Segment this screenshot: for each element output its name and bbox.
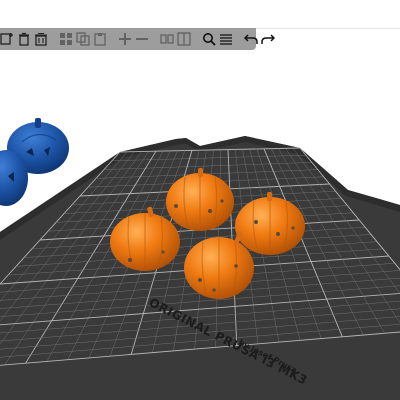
- split-parts-icon[interactable]: [177, 30, 191, 48]
- split-objects-icon[interactable]: [160, 30, 174, 48]
- remove-instance-icon[interactable]: [135, 30, 149, 48]
- plater-toolbar: [0, 28, 275, 50]
- delete-all-icon[interactable]: [34, 30, 48, 48]
- layers-editing-icon[interactable]: [219, 30, 233, 48]
- redo-icon[interactable]: [261, 30, 275, 48]
- search-icon[interactable]: [202, 30, 216, 48]
- arrange-icon[interactable]: [59, 30, 73, 48]
- delete-icon[interactable]: [17, 30, 31, 48]
- add-icon[interactable]: [0, 30, 14, 48]
- window-titlebar: [0, 0, 400, 29]
- undo-icon[interactable]: [244, 30, 258, 48]
- 3d-viewport[interactable]: ORIGINAL PRUSA i3 MK3 by Josef Prusa: [0, 28, 400, 400]
- paste-icon[interactable]: [93, 30, 107, 48]
- copy-icon[interactable]: [76, 30, 90, 48]
- add-instance-icon[interactable]: [118, 30, 132, 48]
